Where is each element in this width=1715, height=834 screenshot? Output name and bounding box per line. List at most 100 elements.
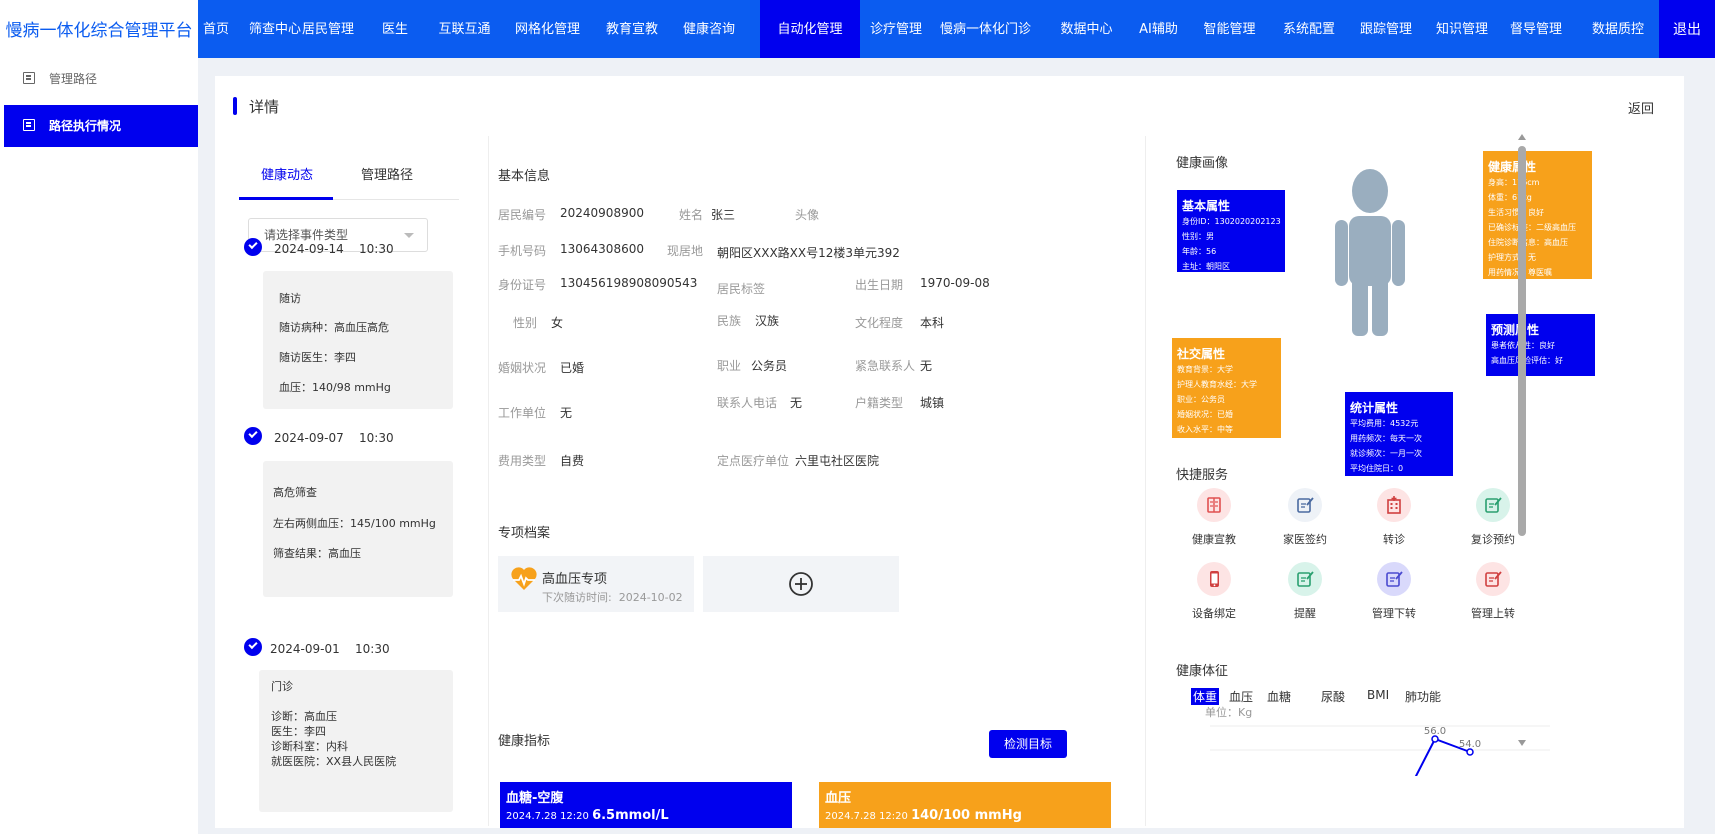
nav-item-8[interactable]: 自动化管理 <box>760 0 860 58</box>
timeline-card-line: 随访 <box>279 292 301 305</box>
quick-service-1[interactable]: 家医签约 <box>1270 488 1340 547</box>
quick-service-5[interactable]: 提醒 <box>1270 562 1340 621</box>
hospital-icon <box>1377 488 1411 522</box>
phone-icon <box>1197 562 1231 596</box>
timeline-card-line: 就医医院：XX县人民医院 <box>271 755 397 768</box>
field-value: 女 <box>551 316 564 330</box>
vital-tab-4[interactable]: BMI <box>1367 688 1389 702</box>
app-title: 慢病一体化综合管理平台 <box>0 0 198 58</box>
field-value: 朝阳区XXX路XX号12楼3单元392 <box>717 246 900 260</box>
field-label: 性别 <box>513 316 538 330</box>
quick-service-4[interactable]: 设备绑定 <box>1179 562 1249 621</box>
edit-icon <box>1476 488 1510 522</box>
nav-item-4[interactable]: 互联互通 <box>431 0 498 58</box>
field-label: 费用类型 <box>498 454 547 468</box>
indicator-card-glucose[interactable]: 血糖-空腹 2024.7.28 12:20 6.5mmol/L <box>500 782 792 828</box>
field-value: 20240908900 <box>560 206 644 220</box>
field-value: 13064308600 <box>560 242 644 256</box>
quick-service-label: 健康宣教 <box>1192 533 1236 546</box>
portrait-title: 健康画像 <box>1176 156 1229 171</box>
vital-tab-3[interactable]: 尿酸 <box>1321 688 1345 705</box>
nav-item-14[interactable]: 系统配置 <box>1275 0 1343 58</box>
nav-item-15[interactable]: 跟踪管理 <box>1352 0 1420 58</box>
scrollbar-thumb[interactable] <box>1518 146 1526 536</box>
field-value: 1970-09-08 <box>920 276 990 290</box>
field-value: 无 <box>790 396 803 410</box>
indicator-name: 血糖-空腹 <box>506 791 564 806</box>
nav-item-11[interactable]: 数据中心 <box>1052 0 1121 58</box>
quick-service-2[interactable]: 转诊 <box>1359 488 1429 547</box>
field-value: 无 <box>560 406 573 420</box>
quick-services-title: 快捷服务 <box>1176 468 1229 483</box>
sidebar-item-path-execution[interactable]: 路径执行情况 <box>4 105 198 147</box>
field-value: 已婚 <box>560 361 585 375</box>
timeline-card-line: 随访医生：李四 <box>279 351 356 364</box>
field-label: 户籍类型 <box>855 396 904 410</box>
field-label: 现居地 <box>667 244 704 258</box>
quick-service-0[interactable]: 健康宣教 <box>1179 488 1249 547</box>
field-label: 头像 <box>795 208 820 222</box>
sidebar: 管理路径 路径执行情况 <box>0 58 198 834</box>
vital-tab-1[interactable]: 血压 <box>1229 688 1253 705</box>
field-value: 本科 <box>920 316 945 330</box>
timeline-card-line: 随访病种：高血压高危 <box>279 321 389 334</box>
tab-underline <box>239 197 333 200</box>
record-card-hypertension[interactable]: 高血压专项 下次随访时间: 2024-10-02 <box>498 556 694 612</box>
attr-statistics: 统计属性 平均费用：4532元 用药频次：每天一次 就诊频次：一月一次 平均住院… <box>1345 392 1453 476</box>
nav-item-0[interactable]: 首页 <box>200 0 232 58</box>
tab-health-dynamics[interactable]: 健康动态 <box>261 164 313 183</box>
logout-button[interactable]: 退出 <box>1659 0 1715 58</box>
attr-basic: 基本属性 身份ID：1302020202123 性别：男 年龄：56 主址：朝阳… <box>1177 190 1285 272</box>
nav-item-3[interactable]: 医生 <box>372 0 418 58</box>
timeline-card[interactable]: 高危筛查 左右两侧血压：145/100 mmHg 筛查结果：高血压 <box>263 461 453 597</box>
nav-item-9[interactable]: 诊疗管理 <box>864 0 928 58</box>
nav-item-5[interactable]: 网格化管理 <box>507 0 588 58</box>
nav-item-10[interactable]: 慢病一体化门诊 <box>940 0 1031 58</box>
timeline-card-line: 门诊 <box>271 680 293 693</box>
field-value: 自费 <box>560 454 585 468</box>
scroll-down-icon[interactable] <box>1518 740 1526 746</box>
nav-item-2[interactable]: 居民管理 <box>296 0 360 58</box>
timeline-card-line: 医生：李四 <box>271 725 326 738</box>
vital-tab-2[interactable]: 血糖 <box>1267 688 1291 705</box>
indicator-card-bp[interactable]: 血压 2024.7.28 12:20 140/100 mmHg <box>819 782 1111 828</box>
field-label: 工作单位 <box>498 406 547 420</box>
nav-item-17[interactable]: 督导管理 <box>1502 0 1570 58</box>
field-label: 居民编号 <box>498 208 547 222</box>
timeline-card-line: 高危筛查 <box>273 486 317 499</box>
data-label: 54.0 <box>1459 739 1481 750</box>
field-value: 张三 <box>711 208 736 222</box>
scrollbar[interactable] <box>1518 134 1526 828</box>
timeline-date: 2024-09-01 10:30 <box>270 642 390 656</box>
edit-icon <box>1288 488 1322 522</box>
field-label: 居民标签 <box>717 282 766 296</box>
field-label: 出生日期 <box>855 278 904 292</box>
back-link[interactable]: 返回 <box>1628 98 1654 117</box>
nav-item-13[interactable]: 智能管理 <box>1196 0 1263 58</box>
tab-manage-path[interactable]: 管理路径 <box>361 164 413 183</box>
detect-target-button[interactable]: 检测目标 <box>989 730 1067 758</box>
nav-item-12[interactable]: AI辅助 <box>1133 0 1184 58</box>
heart-pulse-icon <box>511 567 537 590</box>
nav-item-7[interactable]: 健康咨询 <box>675 0 743 58</box>
scroll-up-icon[interactable] <box>1518 134 1526 140</box>
field-label: 民族 <box>717 314 742 328</box>
quick-service-label: 家医签约 <box>1283 533 1327 546</box>
field-label: 职业 <box>717 359 742 373</box>
timeline-card[interactable]: 随访 随访病种：高血压高危 随访医生：李四 血压：140/98 mmHg <box>263 271 453 409</box>
quick-service-label: 管理下转 <box>1372 607 1416 620</box>
vital-tab-5[interactable]: 肺功能 <box>1405 688 1441 705</box>
timeline-card[interactable]: 门诊 诊断：高血压 医生：李四 诊断科室：内科 就医医院：XX县人民医院 <box>259 670 453 812</box>
nav-item-18[interactable]: 数据质控 <box>1582 0 1654 58</box>
attr-health: 健康属性 身高：176cm 体重：67kg 生活习惯：良好 已确诊标签：二级高血… <box>1483 151 1592 279</box>
nav-item-6[interactable]: 教育宣教 <box>597 0 667 58</box>
vital-tab-0[interactable]: 体重 <box>1191 688 1220 705</box>
nav-item-16[interactable]: 知识管理 <box>1429 0 1495 58</box>
quick-service-6[interactable]: 管理下转 <box>1359 562 1429 621</box>
health-indicators-title: 健康指标 <box>498 734 551 749</box>
field-label: 身份证号 <box>498 278 547 292</box>
special-records-title: 专项档案 <box>498 526 551 541</box>
sidebar-item-manage-path[interactable]: 管理路径 <box>4 58 198 100</box>
person-silhouette-icon <box>1335 169 1405 336</box>
add-record-button[interactable] <box>703 556 899 612</box>
